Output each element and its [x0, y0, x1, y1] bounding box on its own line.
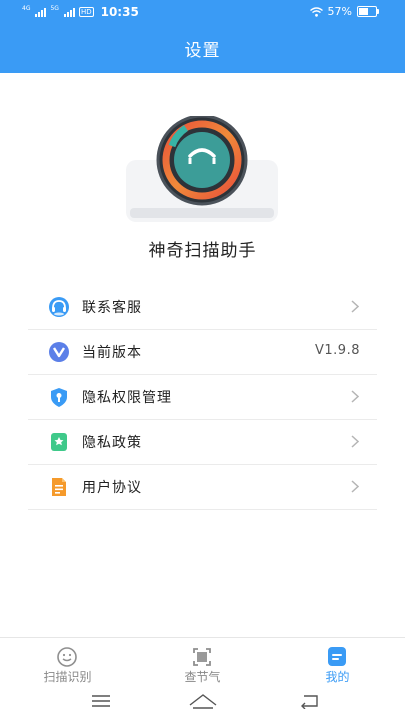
menu-item-user-agreement[interactable]: 用户协议 — [28, 465, 377, 510]
menu-item-contact-service[interactable]: 联系客服 — [28, 285, 377, 330]
home-icon[interactable] — [189, 693, 217, 709]
clock: 10:35 — [100, 5, 139, 19]
hd-icon: HD — [78, 7, 94, 17]
menu-item-privacy-permissions[interactable]: 隐私权限管理 — [28, 375, 377, 420]
privacy-shield-icon — [48, 386, 70, 408]
network-type-1: 4G — [22, 5, 31, 12]
profile-icon — [328, 647, 346, 666]
app-name: 神奇扫描助手 — [148, 241, 257, 261]
chevron-right-icon — [351, 390, 359, 403]
menu-label-privacy-policy: 隐私政策 — [82, 435, 142, 451]
chevron-right-icon — [351, 480, 359, 493]
signal-icon — [35, 7, 47, 17]
menu-label-current-version: 当前版本 — [82, 345, 142, 361]
system-nav-bar — [0, 686, 405, 720]
frame-icon — [193, 648, 211, 666]
back-icon[interactable] — [299, 693, 319, 709]
tab-label-solar-terms: 查节气 — [184, 670, 221, 684]
menu-icon[interactable] — [91, 693, 111, 709]
network-type-2: 5G — [50, 5, 59, 12]
customer-service-icon — [48, 296, 70, 318]
tab-label-scan: 扫描识别 — [43, 670, 92, 684]
version-icon — [48, 341, 70, 363]
app-logo — [126, 116, 278, 222]
battery-level — [359, 8, 369, 15]
menu-label-user-agreement: 用户协议 — [82, 480, 142, 496]
document-icon — [48, 476, 70, 498]
top-bar: 4G 5G HD 10:35 57% 设置 — [0, 0, 405, 73]
scan-icon — [57, 647, 77, 667]
signal-icon-2 — [63, 7, 75, 17]
tab-mine[interactable]: 我的 — [270, 638, 405, 686]
menu-item-current-version[interactable]: 当前版本 V1.9.8 — [28, 330, 377, 375]
menu-label-contact-service: 联系客服 — [82, 300, 142, 316]
status-bar: 4G 5G HD 10:35 57% — [0, 0, 405, 24]
version-value: V1.9.8 — [315, 343, 360, 358]
tab-solar-terms[interactable]: 查节气 — [135, 638, 270, 686]
chevron-right-icon — [351, 435, 359, 448]
settings-menu: 联系客服 当前版本 V1.9.8 隐私权限管理 隐私政策 用户协议 — [28, 285, 377, 510]
bottom-tab-bar: 扫描识别 查节气 我的 — [0, 637, 405, 686]
battery-percent: 57% — [327, 5, 352, 18]
tab-label-mine: 我的 — [325, 670, 350, 684]
battery-icon — [357, 6, 379, 17]
menu-label-privacy-permissions: 隐私权限管理 — [82, 390, 172, 406]
page-title: 设置 — [184, 41, 221, 61]
tab-scan[interactable]: 扫描识别 — [0, 638, 135, 686]
policy-bookmark-icon — [48, 431, 70, 453]
menu-item-privacy-policy[interactable]: 隐私政策 — [28, 420, 377, 465]
wifi-icon — [309, 6, 323, 17]
chevron-right-icon — [351, 300, 359, 313]
